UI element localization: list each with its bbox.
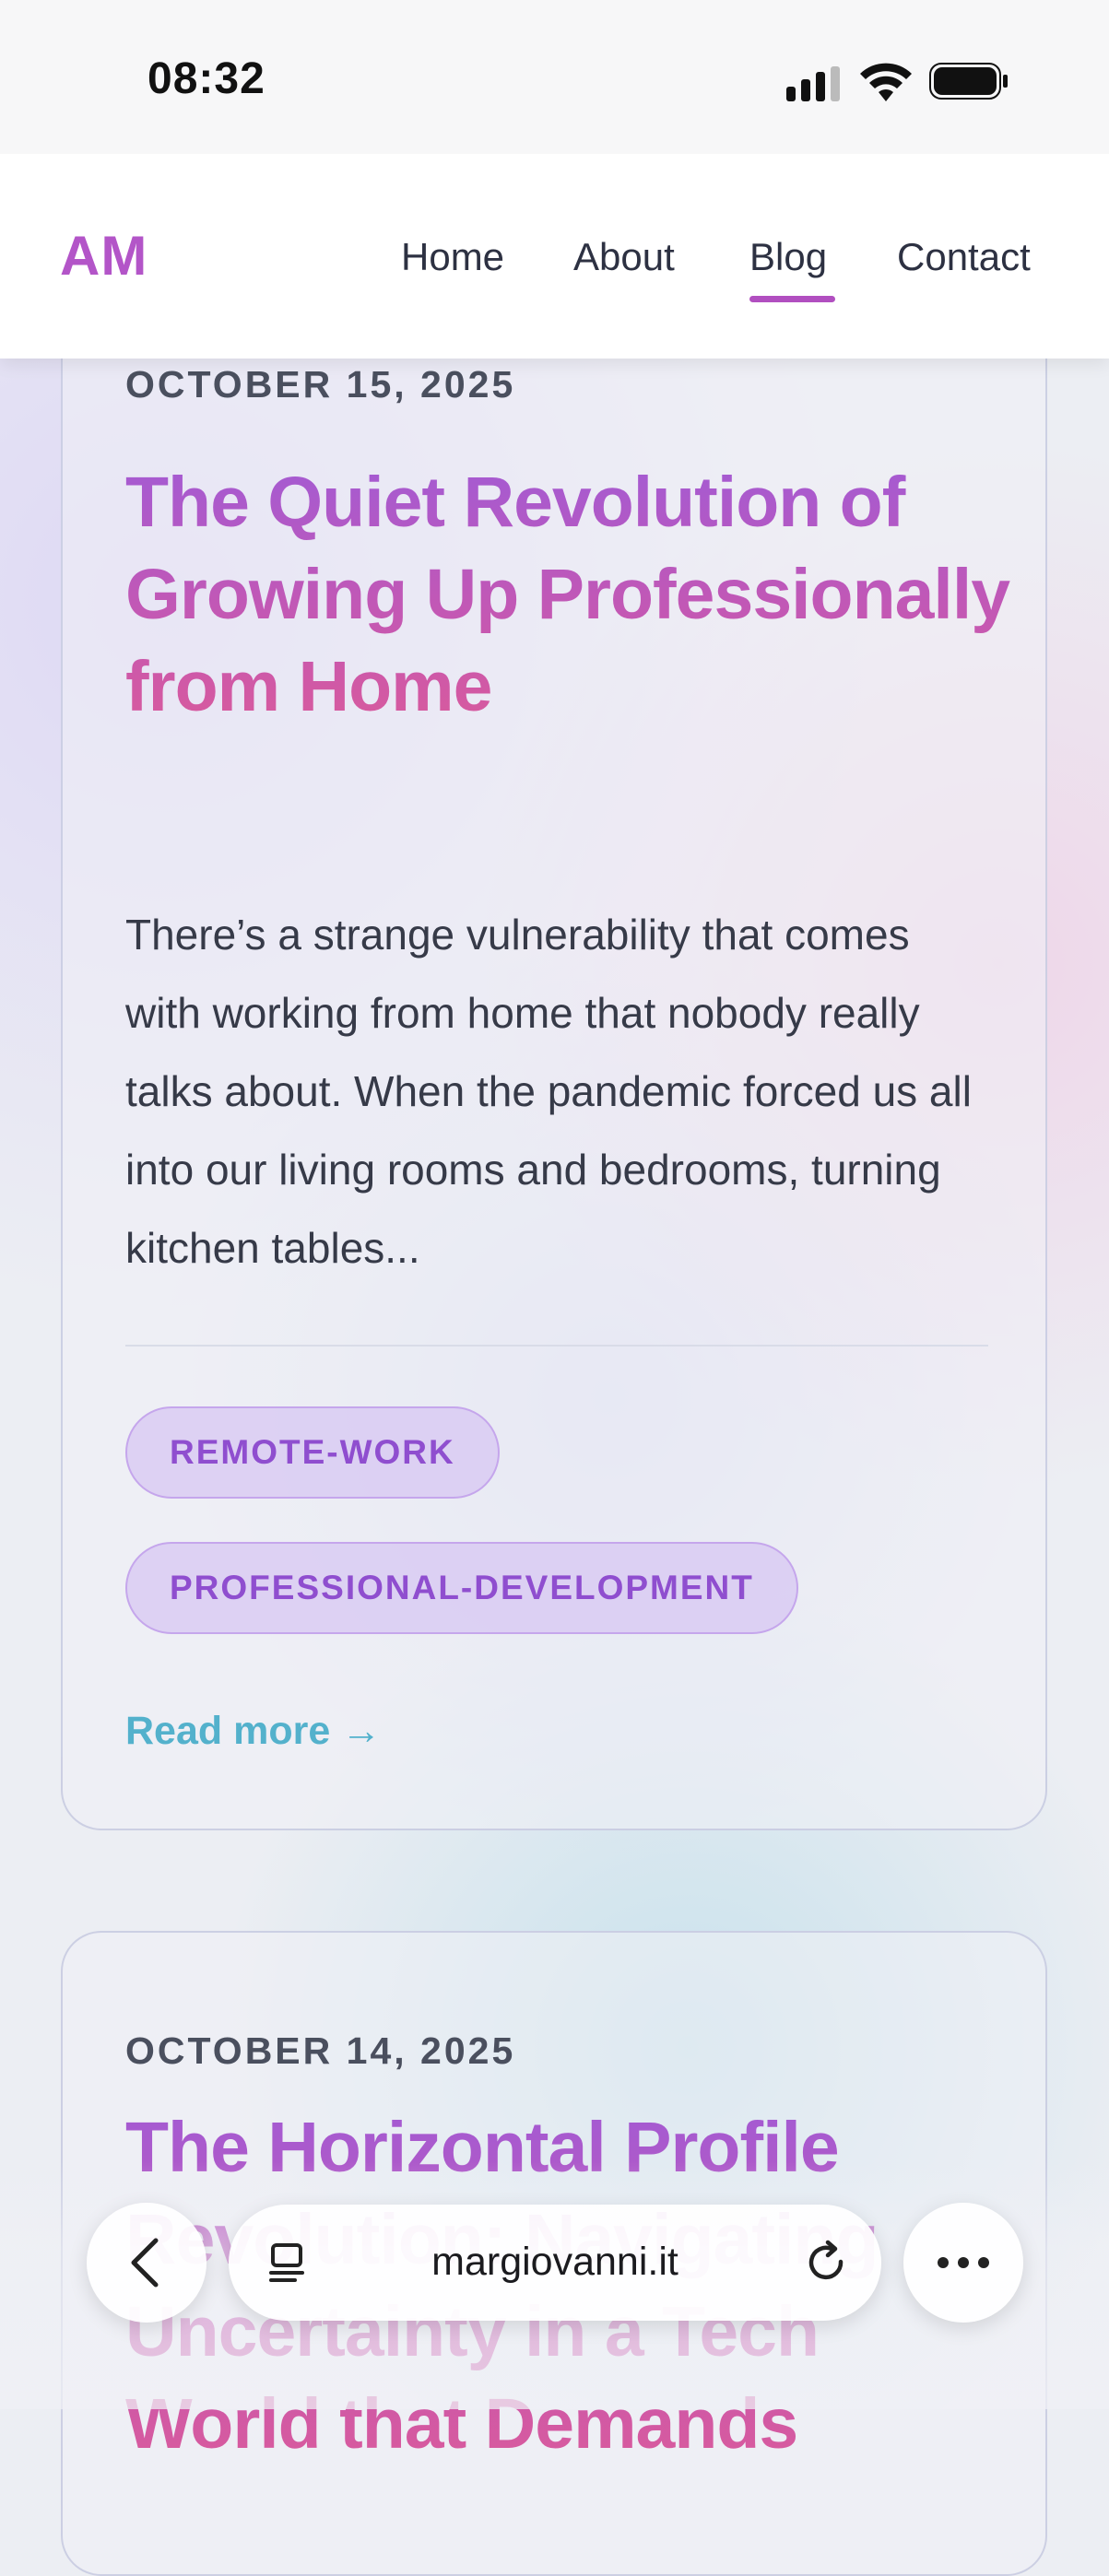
site-header: AM Home About Blog Contact xyxy=(0,154,1109,359)
tag-remote-work[interactable]: REMOTE-WORK xyxy=(125,1406,500,1499)
nav-home-link[interactable]: Home xyxy=(401,235,504,279)
read-more-link[interactable]: Read more → xyxy=(125,1709,381,1754)
back-button[interactable] xyxy=(87,2203,206,2323)
back-chevron-icon xyxy=(131,2238,159,2288)
more-dots-icon xyxy=(938,2257,989,2268)
wifi-icon xyxy=(860,63,912,101)
url-text: margiovanni.it xyxy=(431,2240,678,2284)
address-bar[interactable]: margiovanni.it xyxy=(229,2205,881,2321)
nav-about-link[interactable]: About xyxy=(573,235,675,279)
post-title[interactable]: The Quiet Revolution of Growing Up Profe… xyxy=(125,456,1010,733)
active-nav-indicator xyxy=(749,296,835,302)
post-card: OCTOBER 15, 2025 The Quiet Revolution of… xyxy=(61,240,1047,1830)
post-excerpt: There’s a strange vulnerability that com… xyxy=(125,911,972,1272)
more-button[interactable] xyxy=(903,2203,1023,2323)
nav-contact-link[interactable]: Contact xyxy=(897,235,1031,279)
nav-blog-link[interactable]: Blog xyxy=(749,235,827,279)
reload-icon[interactable] xyxy=(804,2240,850,2286)
status-bar: 08:32 xyxy=(0,0,1109,154)
tag-professional-development[interactable]: PROFESSIONAL-DEVELOPMENT xyxy=(125,1542,798,1634)
site-logo[interactable]: AM xyxy=(60,224,147,288)
battery-icon xyxy=(929,63,1008,100)
post-date: OCTOBER 14, 2025 xyxy=(125,2029,516,2072)
post-date: OCTOBER 15, 2025 xyxy=(125,363,516,406)
card-divider xyxy=(125,1345,988,1347)
status-time: 08:32 xyxy=(147,54,265,103)
cellular-signal-icon xyxy=(786,66,840,101)
